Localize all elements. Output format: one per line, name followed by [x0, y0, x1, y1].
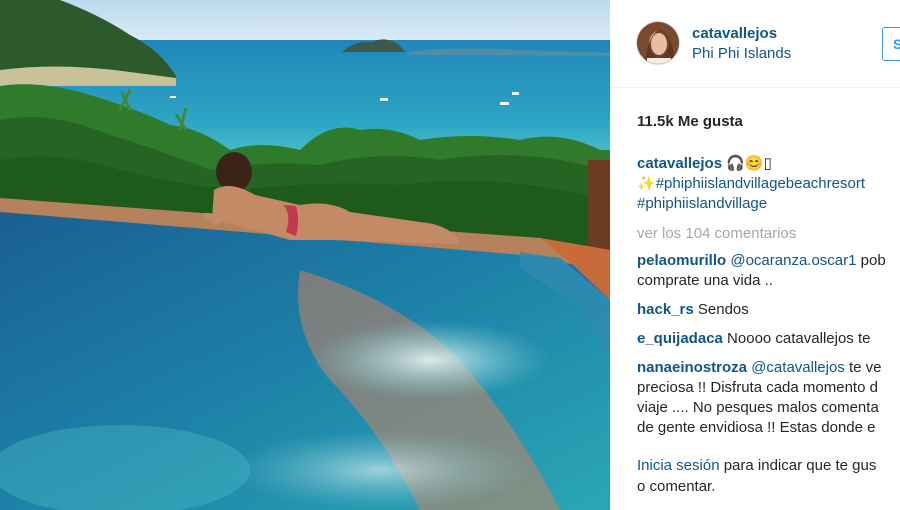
login-prompt: Inicia sesión para indicar que te gus o …: [637, 455, 900, 497]
caption-username[interactable]: catavallejos: [637, 155, 722, 172]
comment-text: comprate una vida ..: [637, 272, 773, 289]
likes-count[interactable]: 11.5k Me gusta: [637, 113, 743, 130]
comment-mention[interactable]: @ocaranza.oscar1: [730, 252, 856, 269]
post-side-panel: catavallejos Phi Phi Islands S 11.5k Me …: [610, 0, 900, 510]
comment-text: Sendos: [693, 301, 749, 318]
login-link[interactable]: Inicia sesión: [637, 457, 720, 474]
follow-button[interactable]: S: [882, 27, 900, 61]
post-header: catavallejos Phi Phi Islands S: [610, 0, 900, 88]
caption-emoji: 🎧😊▯: [726, 155, 772, 172]
hashtag-link[interactable]: #phiphiislandvillage: [637, 195, 767, 212]
comment-username[interactable]: pelaomurillo: [637, 252, 726, 269]
comment-username[interactable]: e_quijadaca: [637, 330, 723, 347]
post-photo[interactable]: [0, 0, 610, 510]
hashtag-link[interactable]: #phiphiislandvillagebeachresort: [656, 175, 865, 192]
post-location[interactable]: Phi Phi Islands: [692, 45, 791, 62]
comment-mention[interactable]: @catavallejos: [751, 359, 845, 376]
comment-text: viaje .... No pesques malos comenta: [637, 399, 879, 416]
avatar[interactable]: [636, 21, 680, 65]
post-caption: catavallejos 🎧😊▯ ✨#phiphiislandvillagebe…: [637, 154, 900, 214]
comment-item: hack_rs Sendos: [637, 300, 900, 320]
login-prompt-text: o comentar.: [637, 478, 716, 495]
view-all-comments-link[interactable]: ver los 104 comentarios: [637, 225, 796, 242]
comment-item: nanaeinostroza @catavallejos te ve preci…: [637, 358, 900, 438]
comment-item: e_quijadaca Noooo catavallejos te: [637, 329, 900, 349]
profile-picture-icon: [637, 22, 679, 64]
comment-item: pelaomurillo @ocaranza.oscar1 pob compra…: [637, 251, 900, 291]
post-author-username[interactable]: catavallejos: [692, 25, 777, 42]
pool-scene-image: [0, 0, 610, 510]
comment-text: Noooo catavallejos te: [722, 330, 871, 347]
comment-username[interactable]: nanaeinostroza: [637, 359, 747, 376]
sparkle-emoji: ✨: [637, 175, 656, 192]
comment-list: pelaomurillo @ocaranza.oscar1 pob compra…: [637, 251, 900, 447]
comment-username[interactable]: hack_rs: [637, 301, 694, 318]
comment-text: te ve: [844, 359, 882, 376]
comment-text: pob: [856, 252, 886, 269]
comment-text: preciosa !! Disfruta cada momento d: [637, 379, 878, 396]
comment-text: de gente envidiosa !! Estas donde e: [637, 419, 876, 436]
login-prompt-text: para indicar que te gus: [719, 457, 877, 474]
